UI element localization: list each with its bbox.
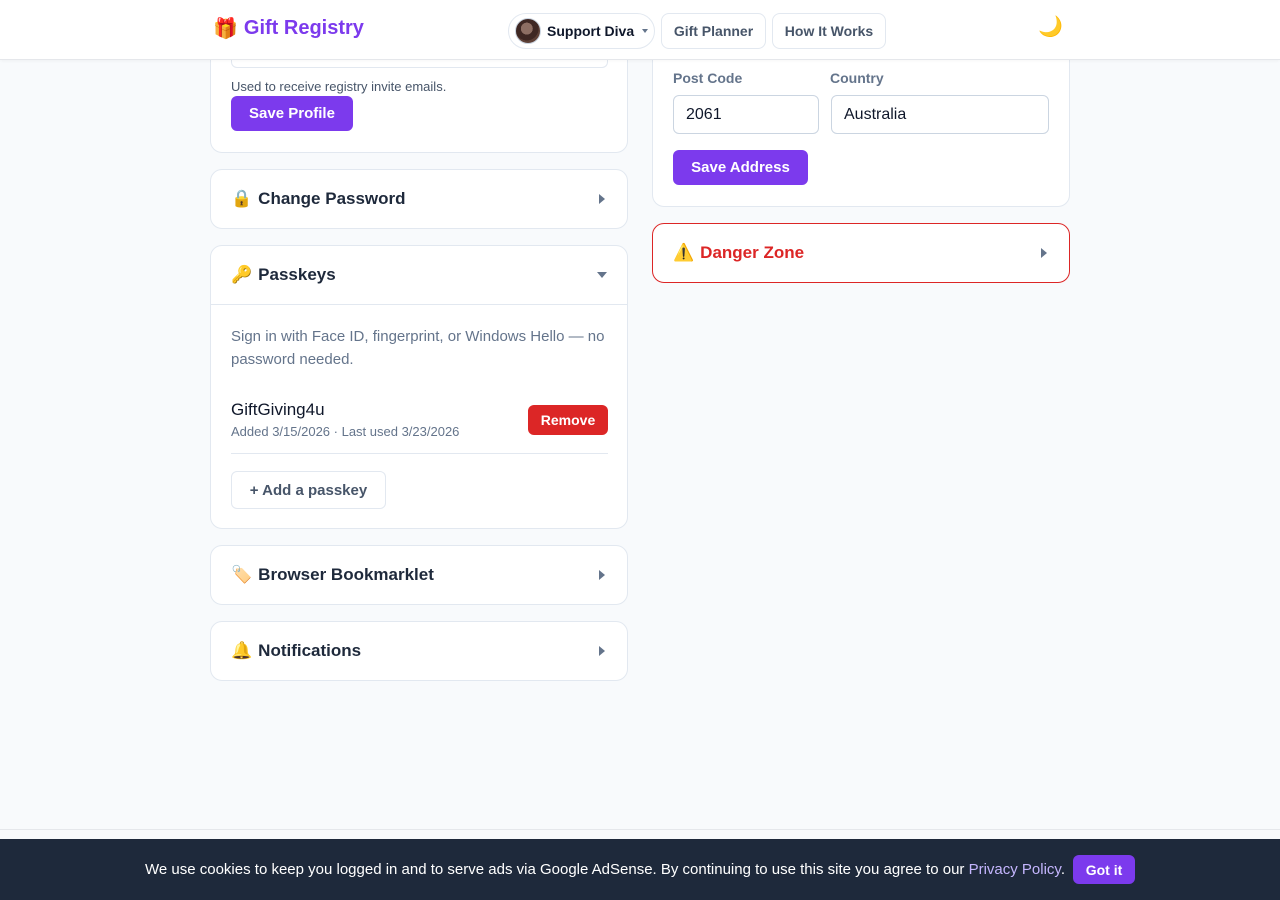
cookie-accept-button[interactable]: Got it bbox=[1073, 855, 1135, 884]
save-profile-button[interactable]: Save Profile bbox=[231, 96, 353, 131]
tag-icon: 🏷️ bbox=[231, 565, 253, 584]
chevron-right-icon bbox=[599, 646, 605, 656]
chevron-down-icon bbox=[597, 272, 607, 278]
gift-icon: 🎁 bbox=[213, 17, 238, 40]
bookmarklet-card[interactable]: 🏷️ Browser Bookmarklet bbox=[210, 545, 628, 605]
passkeys-description: Sign in with Face ID, fingerprint, or Wi… bbox=[231, 328, 605, 368]
divider bbox=[231, 453, 608, 454]
brand-name: Gift Registry bbox=[243, 17, 364, 39]
passkey-meta: Added 3/15/2026 · Last used 3/23/2026 bbox=[231, 424, 460, 439]
nav-how-it-works[interactable]: How It Works bbox=[772, 13, 886, 49]
notifications-header[interactable]: 🔔 Notifications bbox=[211, 622, 627, 680]
passkeys-title: Passkeys bbox=[258, 265, 336, 284]
change-password-header[interactable]: 🔒 Change Password bbox=[211, 170, 627, 228]
chevron-down-icon bbox=[642, 29, 649, 33]
cookie-suffix: . bbox=[1060, 861, 1065, 878]
key-icon: 🔑 bbox=[231, 265, 253, 284]
brand-logo[interactable]: 🎁 Gift Registry bbox=[213, 17, 364, 40]
user-menu-button[interactable]: Support Diva bbox=[508, 13, 655, 49]
cookie-text: We use cookies to keep you logged in and… bbox=[145, 861, 1065, 878]
warning-icon: ⚠️ bbox=[673, 243, 695, 262]
postcode-field[interactable]: 2061 bbox=[673, 95, 819, 134]
save-address-button[interactable]: Save Address bbox=[673, 150, 808, 185]
bell-icon: 🔔 bbox=[231, 641, 253, 660]
danger-zone-title: Danger Zone bbox=[700, 243, 805, 262]
chevron-right-icon bbox=[1041, 248, 1047, 258]
lock-icon: 🔒 bbox=[231, 189, 253, 208]
moon-icon[interactable]: 🌙 bbox=[1038, 17, 1063, 37]
nav-gift-planner[interactable]: Gift Planner bbox=[661, 13, 766, 49]
notifications-title: Notifications bbox=[258, 641, 362, 660]
bookmarklet-title: Browser Bookmarklet bbox=[258, 565, 434, 584]
top-header: 🎁 Gift Registry Support Diva Gift Planne… bbox=[0, 0, 1280, 60]
change-password-title: Change Password bbox=[258, 189, 406, 208]
change-password-card[interactable]: 🔒 Change Password bbox=[210, 169, 628, 229]
remove-passkey-button[interactable]: Remove bbox=[528, 405, 608, 435]
country-label: Country bbox=[830, 70, 884, 86]
chevron-right-icon bbox=[599, 194, 605, 204]
cookie-banner: We use cookies to keep you logged in and… bbox=[0, 839, 1280, 900]
bookmarklet-header[interactable]: 🏷️ Browser Bookmarklet bbox=[211, 546, 627, 604]
avatar bbox=[515, 18, 541, 44]
email-help-text: Used to receive registry invite emails. bbox=[231, 79, 447, 94]
danger-zone-header[interactable]: ⚠️ Danger Zone bbox=[653, 224, 1069, 282]
postcode-label: Post Code bbox=[673, 70, 743, 86]
passkey-name: GiftGiving4u bbox=[231, 400, 325, 419]
country-field[interactable]: Australia bbox=[831, 95, 1049, 134]
passkeys-card: 🔑 Passkeys Sign in with Face ID, fingerp… bbox=[210, 245, 628, 529]
user-name: Support Diva bbox=[547, 23, 635, 39]
passkeys-header[interactable]: 🔑 Passkeys bbox=[211, 246, 627, 305]
add-passkey-button[interactable]: + Add a passkey bbox=[231, 471, 386, 509]
cookie-message: We use cookies to keep you logged in and… bbox=[145, 861, 969, 878]
privacy-policy-link[interactable]: Privacy Policy bbox=[969, 861, 1061, 878]
notifications-card[interactable]: 🔔 Notifications bbox=[210, 621, 628, 681]
danger-zone-card[interactable]: ⚠️ Danger Zone bbox=[652, 223, 1070, 283]
footer-divider bbox=[0, 829, 1280, 830]
chevron-right-icon bbox=[599, 570, 605, 580]
